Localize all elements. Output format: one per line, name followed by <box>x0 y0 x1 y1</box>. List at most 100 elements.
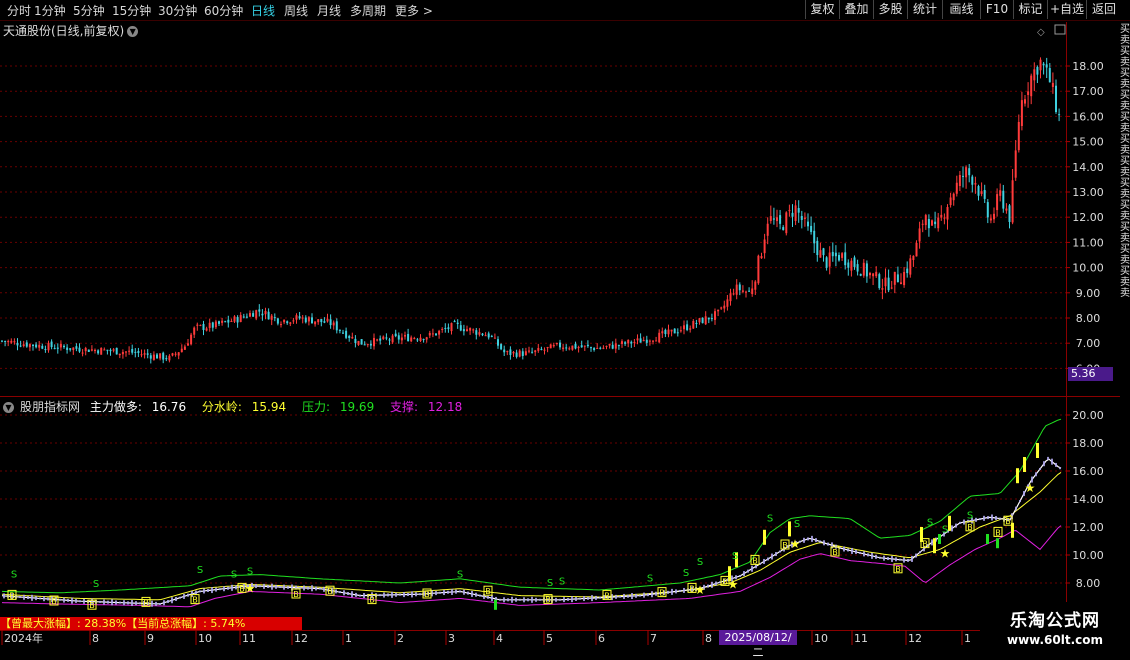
price-chart-canvas[interactable]: SSS S S SS S SSSSSS SSSBB B B BBB BBB BB B B BBBBBBBBB… <box>0 0 1130 650</box>
sell-signal-label: S <box>559 576 565 587</box>
time-axis-label: 3 <box>448 632 455 645</box>
candle-body <box>621 341 623 344</box>
signal-bar <box>996 538 999 549</box>
main-force-bar <box>27 596 29 600</box>
main-force-bar <box>975 517 977 522</box>
main-force-bar <box>815 538 817 543</box>
main-force-bar <box>1015 506 1017 511</box>
candle-body <box>156 354 158 359</box>
main-force-bar <box>591 595 593 602</box>
time-axis-label: 7 <box>650 632 657 645</box>
pressure-label-text: 压力: <box>301 400 331 414</box>
main-force-bar <box>207 589 209 593</box>
candle-body <box>258 309 261 312</box>
candle-body <box>242 316 245 318</box>
candle-body <box>283 319 286 323</box>
time-axis-label: 10 <box>814 632 828 645</box>
candle-body <box>382 336 385 340</box>
candle-body <box>627 339 630 344</box>
main-force-bar <box>523 597 525 603</box>
candle-body <box>438 330 441 335</box>
price-axis-label: 11.00 <box>1072 236 1104 249</box>
candle-body <box>673 328 676 334</box>
candle-body <box>670 329 673 332</box>
candle-body <box>825 257 828 268</box>
candle-body <box>760 256 763 259</box>
main-force-bar <box>311 585 313 592</box>
main-force-bar <box>991 514 993 521</box>
candle-body <box>134 351 137 353</box>
candle-body <box>369 343 372 346</box>
chevron-down-icon[interactable]: ▼ <box>3 402 14 413</box>
main-force-bar <box>619 595 621 598</box>
candle-body <box>896 274 899 283</box>
main-force-bar <box>3 593 5 599</box>
star-icon: ★ <box>695 583 706 597</box>
main-force-bar <box>1051 458 1053 465</box>
candle-body <box>797 208 800 213</box>
candle-body <box>261 313 264 316</box>
candle-body <box>1011 180 1014 223</box>
candle-body <box>326 318 329 322</box>
candle-body <box>562 347 565 350</box>
star-icon: ★ <box>245 582 256 596</box>
candle-body <box>745 291 747 293</box>
main-force-bar <box>355 592 357 597</box>
indicator-name[interactable]: 股朋指标网 <box>20 400 80 414</box>
indicator-axis-label: 10.00 <box>1072 549 1104 562</box>
main-force-bar <box>83 598 85 604</box>
candle-body <box>413 338 416 340</box>
candle-body <box>965 167 968 178</box>
main-force-bar <box>59 598 61 601</box>
panel-toggle-icon[interactable] <box>1054 24 1066 35</box>
candle-body <box>884 277 887 287</box>
candle-body <box>490 335 493 337</box>
candle-body <box>993 213 995 220</box>
time-axis-label: 12 <box>294 632 308 645</box>
candle-body <box>140 354 143 356</box>
sell-signal-label: S <box>231 569 237 580</box>
candle-body <box>431 333 434 335</box>
candle-body <box>121 352 124 355</box>
cursor-date-tag: 2025/08/12/二 <box>719 630 797 659</box>
sell-signal-label: S <box>11 569 17 580</box>
main-force-bar <box>399 593 401 596</box>
diamond-icon[interactable]: ◇ <box>1037 27 1045 38</box>
candle-body <box>1033 69 1036 81</box>
candle-body <box>738 284 741 291</box>
main-force-bar <box>635 593 637 598</box>
main-force-bar <box>847 548 849 552</box>
main-force-bar <box>47 597 49 601</box>
buy-signal-label: B <box>9 591 15 600</box>
time-axis-label: 5 <box>546 632 553 645</box>
candle-body <box>810 225 813 232</box>
buy-signal-label: B <box>967 523 973 532</box>
candle-body <box>949 197 952 206</box>
candle-body <box>190 334 193 345</box>
main-force-bar <box>775 552 777 557</box>
candle-body <box>444 327 447 329</box>
main-force-bar <box>903 557 905 563</box>
buy-signal-label: B <box>424 590 430 599</box>
breakout-bar <box>788 521 791 537</box>
main-force-bar <box>127 601 129 605</box>
candle-body <box>1045 64 1048 68</box>
candle-body <box>645 339 648 343</box>
sell-signal-label: S <box>457 569 463 580</box>
candle-body <box>38 344 41 348</box>
candle-body <box>391 335 394 343</box>
main-force-bar <box>667 590 669 594</box>
main-force-bar <box>715 581 717 586</box>
candle-body <box>524 351 527 356</box>
main-force-bar <box>395 592 397 597</box>
current-price-tag: 5.36 <box>1068 367 1113 381</box>
candle-body <box>332 322 335 326</box>
candle-body <box>397 335 400 340</box>
main-force-bar <box>879 556 881 559</box>
candle-body <box>35 344 38 348</box>
candle-body <box>472 329 475 331</box>
candle-body <box>652 340 654 342</box>
candle-body <box>878 274 881 288</box>
main-force-bar <box>711 581 713 588</box>
candle-body <box>338 329 341 331</box>
